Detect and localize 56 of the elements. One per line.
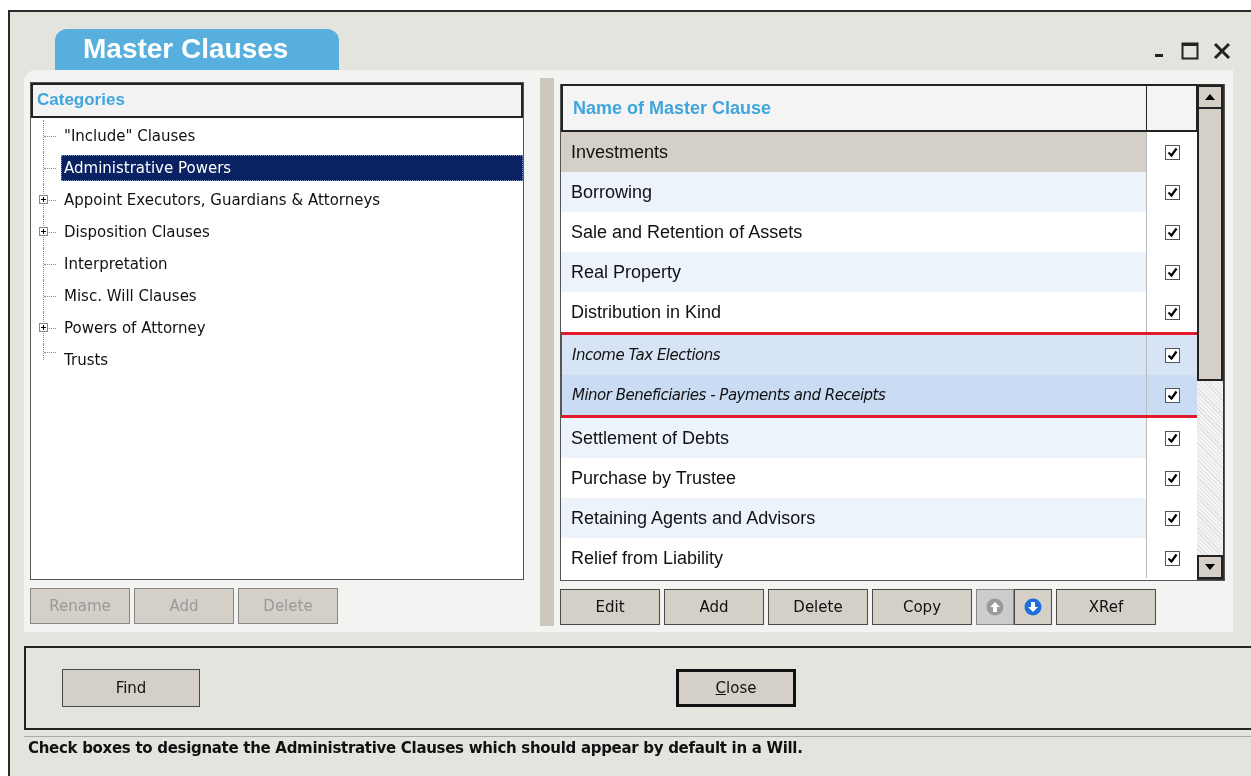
button[interactable]: XRef xyxy=(1056,589,1156,625)
button[interactable]: Add xyxy=(664,589,764,625)
checkbox[interactable] xyxy=(1164,144,1180,160)
expand-icon[interactable] xyxy=(39,323,48,332)
expand-icon[interactable] xyxy=(39,195,48,204)
table-cell-text: Relief from Liability xyxy=(570,546,725,570)
button[interactable]: Close xyxy=(676,669,796,707)
tree-item[interactable]: Trusts xyxy=(61,347,523,373)
table-row[interactable]: Settlement of Debts xyxy=(561,418,1197,458)
table-row[interactable]: Borrowing xyxy=(561,172,1197,212)
table-cell-text: Borrowing xyxy=(570,180,654,204)
table-cell-text: Distribution in Kind xyxy=(570,300,723,324)
expand-icon[interactable] xyxy=(39,227,48,236)
tree-item[interactable]: Misc. Will Clauses xyxy=(61,283,523,309)
table-row[interactable]: Real Property xyxy=(561,252,1197,292)
checkbox[interactable] xyxy=(1164,224,1180,240)
table-cell-text: Retaining Agents and Advisors xyxy=(570,506,817,530)
checkbox[interactable] xyxy=(1164,510,1180,526)
table-cell-text: Minor Beneficiaries - Payments and Receipts xyxy=(571,385,887,406)
button[interactable]: Find xyxy=(62,669,200,707)
maximize-icon[interactable] xyxy=(1181,42,1199,60)
table-cell-text: Purchase by Trustee xyxy=(570,466,738,490)
status-bar: Check boxes to designate the Administrative Clauses which should appear by default in a Will. xyxy=(24,736,1251,759)
checkbox[interactable] xyxy=(1164,184,1180,200)
table-row[interactable]: Retaining Agents and Advisors xyxy=(561,498,1197,538)
checkbox[interactable] xyxy=(1164,304,1180,320)
scrollbar-thumb[interactable] xyxy=(1197,109,1223,381)
table-cell-text: Real Property xyxy=(570,260,683,284)
scrollbar[interactable] xyxy=(1197,84,1224,580)
checkbox[interactable] xyxy=(1164,470,1180,486)
tree-item[interactable]: Disposition Clauses xyxy=(61,219,523,245)
column-header: Name of Master Clause xyxy=(563,86,1147,130)
button[interactable]: Delete xyxy=(768,589,868,625)
table-cell-text: Investments xyxy=(570,140,670,164)
table-cell-text: Settlement of Debts xyxy=(570,426,731,450)
window-title: Master Clauses xyxy=(55,29,339,70)
checkbox[interactable] xyxy=(1164,550,1180,566)
checkbox[interactable] xyxy=(1164,387,1180,403)
close-icon[interactable] xyxy=(1213,42,1231,60)
table-row[interactable]: Investments xyxy=(561,132,1197,172)
table-cell-text: Sale and Retention of Assets xyxy=(570,220,804,244)
move-down-button[interactable] xyxy=(1014,589,1052,625)
button[interactable]: Edit xyxy=(560,589,660,625)
tree-item[interactable]: Interpretation xyxy=(61,251,523,277)
checkbox[interactable] xyxy=(1164,264,1180,280)
tree-item[interactable]: Powers of Attorney xyxy=(61,315,523,341)
checkbox[interactable] xyxy=(1164,430,1180,446)
tree-item[interactable]: "Include" Clauses xyxy=(61,123,523,149)
tree-item[interactable]: Administrative Powers xyxy=(61,155,523,181)
button[interactable]: Copy xyxy=(872,589,972,625)
tree-item[interactable]: Appoint Executors, Guardians & Attorneys xyxy=(61,187,523,213)
table-row[interactable]: Minor Beneficiaries - Payments and Receipts xyxy=(562,375,1197,415)
column-header: Categories xyxy=(31,83,523,118)
table-cell-text: Income Tax Elections xyxy=(571,345,722,366)
table-row[interactable]: Income Tax Elections xyxy=(562,335,1197,375)
checkbox[interactable] xyxy=(1164,347,1180,363)
